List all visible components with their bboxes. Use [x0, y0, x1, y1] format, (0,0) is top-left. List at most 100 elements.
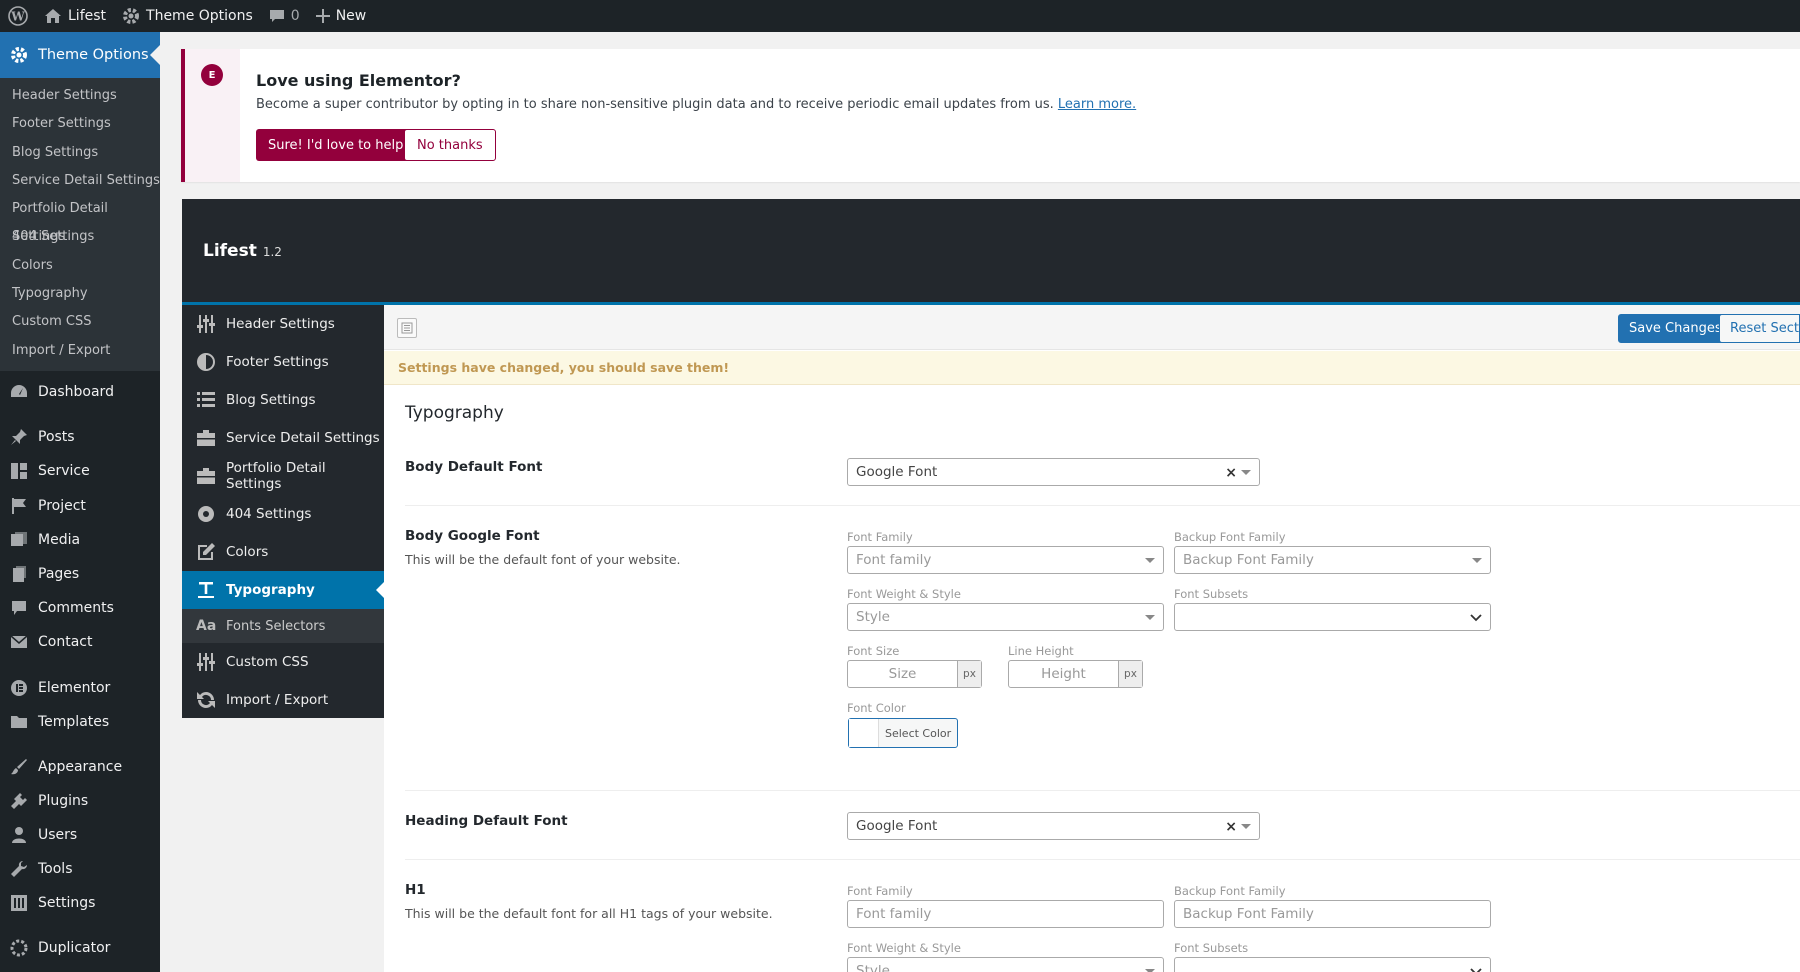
sidebar-item-label: Dashboard [38, 384, 114, 400]
chevron-down-icon [1241, 824, 1251, 829]
reset-section-button[interactable]: Reset Section [1719, 314, 1800, 343]
body-font-family-select[interactable]: Font family [847, 546, 1164, 574]
unit-label: px [957, 661, 981, 687]
user-icon [12, 827, 26, 843]
body-line-height-input[interactable]: Height px [1008, 660, 1143, 688]
nav-404-settings[interactable]: 404 Settings [182, 495, 384, 533]
sidebar-item-pages[interactable]: Pages [0, 559, 160, 589]
h1-backup-font-input[interactable]: Backup Font Family [1174, 900, 1491, 928]
submenu-blog-settings[interactable]: Blog Settings [0, 139, 160, 167]
submenu-portfolio-detail-settings[interactable]: Portfolio Detail Settings [0, 195, 160, 244]
new-label: New [335, 8, 367, 24]
comment-icon [269, 10, 284, 22]
submenu-404-settings[interactable]: 404 Settings [0, 223, 160, 251]
nav-footer-settings[interactable]: Footer Settings [182, 343, 384, 381]
nav-fonts-selectors[interactable]: Aa Fonts Selectors [182, 609, 384, 643]
divider [405, 859, 1800, 860]
expand-toggle[interactable] [397, 318, 417, 338]
sidebar-item-label: Appearance [38, 759, 123, 775]
sidebar-item-media[interactable]: Media [0, 525, 160, 555]
plus-icon [315, 9, 330, 23]
line-height-label: Line Height [1008, 644, 1074, 658]
divider [405, 790, 1800, 791]
envelope-icon [10, 635, 28, 648]
save-changes-button[interactable]: Save Changes [1618, 314, 1733, 343]
notice-icon-area: E [185, 49, 240, 182]
comment-icon [12, 601, 26, 615]
body-font-size-input[interactable]: Size px [847, 660, 982, 688]
heading-default-font-select[interactable]: Google Font × [847, 812, 1260, 840]
sidebar-item-theme-options[interactable]: Theme Options [0, 32, 160, 78]
briefcase-icon [197, 468, 215, 484]
sidebar-item-tools[interactable]: Tools [0, 854, 160, 884]
chevron-down-icon [1241, 470, 1251, 475]
sidebar-submenu: Header Settings Footer Settings Blog Set… [0, 78, 160, 371]
sidebar-item-label: Media [38, 532, 81, 548]
body-backup-font-select[interactable]: Backup Font Family [1174, 546, 1491, 574]
learn-more-link[interactable]: Learn more. [1058, 97, 1136, 112]
wordpress-logo[interactable]: W [0, 0, 36, 32]
opt-in-button[interactable]: Sure! I'd love to help [256, 129, 416, 161]
submenu-import-export[interactable]: Import / Export [0, 337, 160, 365]
new-content-link[interactable]: New [308, 0, 375, 32]
sidebar-item-label: Duplicator [38, 940, 111, 956]
site-name: Lifest [68, 8, 107, 24]
sidebar-item-settings[interactable]: Settings [0, 888, 160, 918]
gear-icon [198, 506, 214, 522]
body-google-font-desc: This will be the default font of your we… [405, 552, 681, 567]
refresh-icon [197, 692, 215, 708]
submenu-colors[interactable]: Colors [0, 252, 160, 280]
sidebar-item-contact[interactable]: Contact [0, 627, 160, 657]
submenu-custom-css[interactable]: Custom CSS [0, 308, 160, 336]
body-font-color-button[interactable]: Select Color [848, 718, 959, 748]
options-title: Lifest 1.2 [203, 241, 282, 261]
theme-options-link[interactable]: Theme Options [114, 0, 261, 32]
sidebar-item-dashboard[interactable]: Dashboard [0, 377, 160, 407]
sidebar-item-project[interactable]: Project [0, 491, 160, 521]
sidebar-item-plugins[interactable]: Plugins [0, 786, 160, 816]
clear-icon[interactable]: × [1225, 465, 1237, 481]
body-default-font-select[interactable]: Google Font × [847, 458, 1260, 486]
clear-icon[interactable]: × [1225, 819, 1237, 835]
nav-typography[interactable]: Typography [182, 571, 384, 609]
settings-changed-warning: Settings have changed, you should save t… [384, 351, 1800, 385]
font-weight-label: Font Weight & Style [847, 587, 961, 601]
no-thanks-button[interactable]: No thanks [404, 129, 496, 161]
body-font-weight-select[interactable]: Style [847, 603, 1164, 631]
nav-header-settings[interactable]: Header Settings [182, 305, 384, 343]
sidebar-item-users[interactable]: Users [0, 820, 160, 850]
sidebar-item-posts[interactable]: Posts [0, 422, 160, 452]
h1-font-subsets-select[interactable] [1174, 957, 1491, 972]
nav-colors[interactable]: Colors [182, 533, 384, 571]
site-name-link[interactable]: Lifest [36, 0, 114, 32]
submenu-service-detail-settings[interactable]: Service Detail Settings [0, 167, 160, 195]
font-size-label: Font Size [847, 644, 900, 658]
body-font-subsets-select[interactable] [1174, 603, 1491, 631]
sidebar-item-label: Contact [38, 634, 93, 650]
submenu-footer-settings[interactable]: Footer Settings [0, 110, 160, 138]
nav-custom-css[interactable]: Custom CSS [182, 643, 384, 681]
sidebar-item-comments[interactable]: Comments [0, 593, 160, 623]
list-icon [197, 392, 215, 407]
font-weight-label: Font Weight & Style [847, 941, 961, 955]
chevron-down-icon [1145, 615, 1155, 620]
submenu-typography[interactable]: Typography [0, 280, 160, 308]
sidebar-item-templates[interactable]: Templates [0, 707, 160, 737]
sidebar-item-label: Elementor [38, 680, 111, 696]
nav-import-export[interactable]: Import / Export [182, 681, 384, 719]
duplicator-icon [10, 939, 28, 957]
nav-service-detail-settings[interactable]: Service Detail Settings [182, 419, 384, 457]
h1-font-family-input[interactable]: Font family [847, 900, 1164, 928]
h1-font-weight-select[interactable]: Style [847, 957, 1164, 972]
sidebar-item-appearance[interactable]: Appearance [0, 752, 160, 782]
nav-portfolio-detail-settings[interactable]: Portfolio Detail Settings [182, 457, 384, 495]
sidebar-item-service[interactable]: Service [0, 456, 160, 486]
gear-icon [11, 47, 27, 63]
sidebar-item-elementor[interactable]: Elementor [0, 673, 160, 703]
sidebar-item-duplicator[interactable]: Duplicator [0, 933, 160, 963]
home-icon [45, 9, 61, 23]
submenu-header-settings[interactable]: Header Settings [0, 82, 160, 110]
comments-link[interactable]: 0 [261, 0, 308, 32]
font-family-label: Font Family [847, 530, 913, 544]
nav-blog-settings[interactable]: Blog Settings [182, 381, 384, 419]
